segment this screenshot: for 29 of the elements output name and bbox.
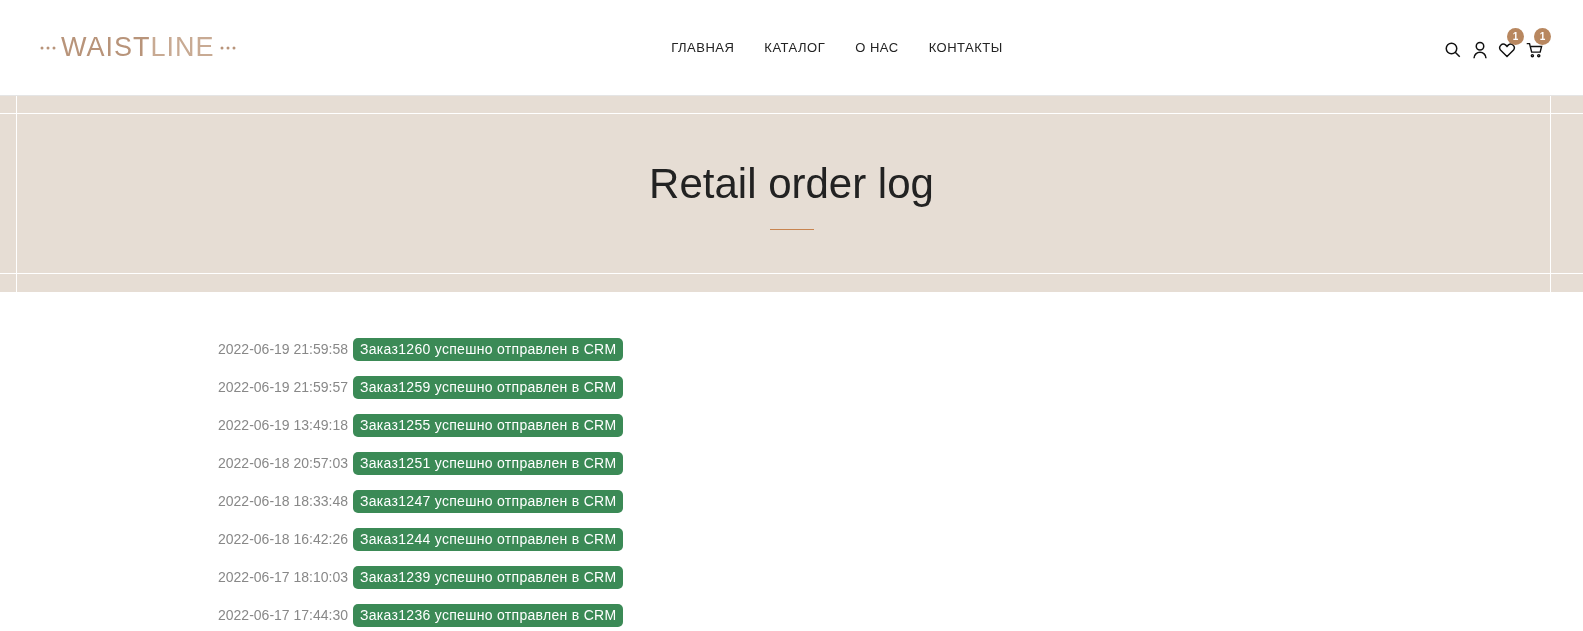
wishlist-count-badge: 1 bbox=[1507, 27, 1524, 45]
log-timestamp: 2022-06-19 13:49:18 bbox=[218, 415, 348, 435]
nav-link[interactable]: КАТАЛОГ bbox=[764, 37, 826, 58]
nav-link[interactable]: ГЛАВНАЯ bbox=[671, 37, 735, 58]
log-timestamp: 2022-06-18 20:57:03 bbox=[218, 453, 348, 473]
log-timestamp: 2022-06-17 18:10:03 bbox=[218, 567, 348, 587]
log-timestamp: 2022-06-17 17:44:30 bbox=[218, 605, 348, 625]
status-badge: Заказ1247 успешно отправлен в CRM bbox=[353, 489, 624, 513]
cart-count-badge: 1 bbox=[1534, 27, 1551, 45]
user-icon[interactable] bbox=[1472, 40, 1488, 59]
search-icon[interactable] bbox=[1444, 40, 1462, 59]
heart-icon[interactable] bbox=[1498, 41, 1516, 58]
status-badge: Заказ1239 успешно отправлен в CRM bbox=[353, 565, 624, 589]
status-badge: Заказ1260 успешно отправлен в CRM bbox=[353, 337, 624, 361]
dots-icon bbox=[40, 45, 56, 50]
page-title: Retail order log bbox=[649, 158, 934, 205]
status-badge: Заказ1251 успешно отправлен в CRM bbox=[353, 451, 624, 475]
nav-link[interactable]: О НАС bbox=[855, 37, 899, 58]
status-badge: Заказ1259 успешно отправлен в CRM bbox=[353, 375, 624, 399]
nav-link[interactable]: КОНТАКТЫ bbox=[928, 37, 1003, 58]
log-timestamp: 2022-06-19 21:59:58 bbox=[218, 339, 348, 359]
status-badge: Заказ1236 успешно отправлен в CRM bbox=[353, 603, 624, 627]
status-badge: Заказ1244 успешно отправлен в CRM bbox=[353, 527, 624, 551]
log-timestamp: 2022-06-18 18:33:48 bbox=[218, 491, 348, 511]
status-badge: Заказ1255 успешно отправлен в CRM bbox=[353, 413, 624, 437]
dots-icon bbox=[219, 45, 236, 50]
cart-icon[interactable] bbox=[1526, 41, 1543, 58]
log-timestamp: 2022-06-18 16:42:26 bbox=[218, 529, 348, 549]
log-timestamp: 2022-06-19 21:59:57 bbox=[218, 377, 348, 397]
